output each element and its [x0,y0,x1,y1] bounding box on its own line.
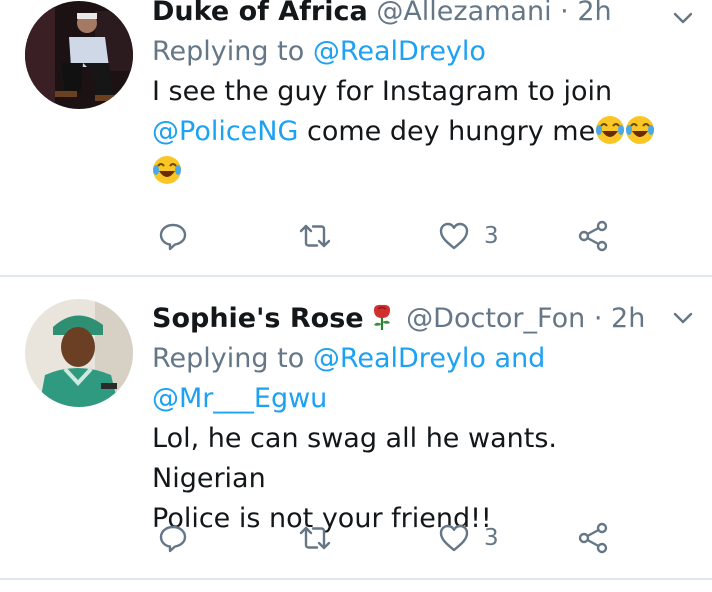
like-icon [438,221,470,251]
share-icon [577,522,609,554]
replying-joiner: and [485,343,546,374]
replying-to: Replying to @RealDreylo and [152,339,672,379]
separator: · [593,303,603,334]
laughing-emoji-icon [595,115,625,145]
reply-button[interactable] [158,516,188,560]
chevron-down-icon[interactable] [670,5,696,31]
tweet-text-fragment: come dey hungry me [298,116,596,147]
share-button[interactable] [577,214,609,258]
timestamp[interactable]: 2h [577,0,611,27]
rose-emoji-icon [370,303,394,331]
laughing-emoji-icon [625,115,655,145]
like-button[interactable]: 3 [438,516,499,560]
like-count: 3 [484,223,499,249]
tweet-content: Sophie's Rose @Doctor_Fon · 2h Replying … [152,299,672,539]
avatar-image [25,1,133,109]
tweet-text-line: I see the guy for Instagram to join [152,76,613,107]
tweet-actions: 3 [152,214,632,258]
replying-prefix: Replying to [152,36,313,67]
retweet-button[interactable] [298,214,332,258]
like-count: 3 [484,525,499,551]
chevron-down-icon[interactable] [670,305,696,331]
user-handle[interactable]: @Doctor_Fon [406,303,585,334]
replying-to: Replying to @RealDreylo [152,32,672,72]
mention-link[interactable]: @PoliceNG [152,116,298,147]
divider [0,578,712,580]
tweet[interactable]: Sophie's Rose @Doctor_Fon · 2h Replying … [0,277,712,579]
display-name[interactable]: Sophie's Rose [152,303,364,334]
avatar[interactable] [25,1,133,109]
tweet-text-line: @PoliceNG come dey hungry me [152,112,672,152]
tweet-actions: 3 [152,516,632,560]
tweet-text: I see the guy for Instagram to join @Pol… [152,72,672,192]
display-name[interactable]: Duke of Africa [152,0,368,27]
share-icon [577,220,609,252]
tweet-content: Duke of Africa @Allezamani · 2h Replying… [152,0,672,192]
mention-link[interactable]: @Mr___Egwu [152,383,327,414]
retweet-icon [298,523,332,553]
timestamp[interactable]: 2h [611,303,645,334]
user-handle[interactable]: @Allezamani [376,0,551,27]
replying-prefix: Replying to [152,343,313,374]
separator: · [560,0,569,27]
reply-button[interactable] [158,214,188,258]
replying-to-continued: @Mr___Egwu [152,379,672,419]
mention-link[interactable]: @RealDreylo [313,36,486,67]
tweet-text-line: Lol, he can swag all he wants. Nigerian [152,423,557,494]
tweet-header: Sophie's Rose @Doctor_Fon · 2h [152,299,672,339]
like-icon [438,523,470,553]
laughing-emoji-icon [152,155,182,185]
like-button[interactable]: 3 [438,214,499,258]
tweet[interactable]: Duke of Africa @Allezamani · 2h Replying… [0,0,712,276]
tweet-text-line [152,152,672,192]
avatar-image [25,299,133,407]
retweet-button[interactable] [298,516,332,560]
tweet-header: Duke of Africa @Allezamani · 2h [152,0,672,32]
reply-icon [158,523,188,553]
retweet-icon [298,221,332,251]
mention-link[interactable]: @RealDreylo [313,343,486,374]
avatar[interactable] [25,299,133,407]
reply-icon [158,221,188,251]
share-button[interactable] [577,516,609,560]
